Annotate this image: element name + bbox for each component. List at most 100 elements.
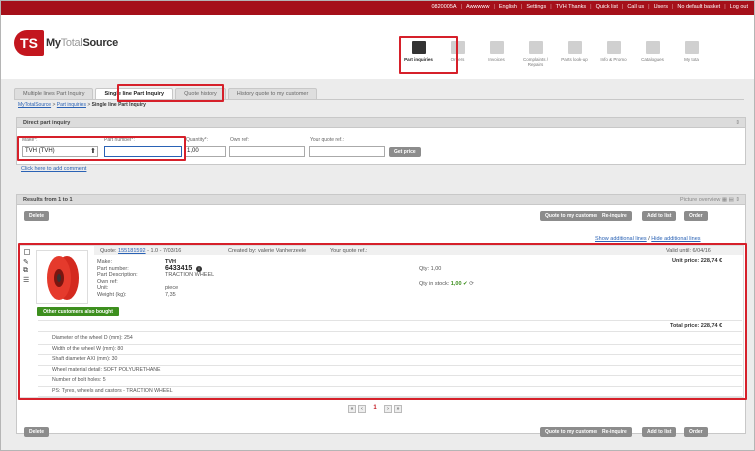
refresh-icon[interactable]: ⟳ xyxy=(469,281,474,287)
separator: | xyxy=(671,4,674,10)
own-ref-input[interactable] xyxy=(229,146,305,157)
collapse-icon[interactable]: ⇕ xyxy=(735,120,740,126)
part-number-input[interactable] xyxy=(104,146,182,157)
direct-inquiry-header: Direct part inquiry ⇕ xyxy=(17,118,745,128)
spec-row: Shaft diameter AXI (mm): 30 xyxy=(52,356,118,362)
folder-icon xyxy=(450,41,465,54)
action-button-1[interactable]: Re-inquire xyxy=(597,427,632,437)
magnifier-icon xyxy=(567,41,582,54)
action-button-0[interactable]: Quote to my customer xyxy=(540,211,604,221)
divider xyxy=(38,396,742,397)
unit-price: Unit price: 228,74 € xyxy=(672,258,723,264)
breadcrumb-root[interactable]: MyTotalSource xyxy=(18,102,51,108)
quantity-input[interactable]: 1,00 xyxy=(184,146,226,157)
nav-item-2[interactable]: Invoices xyxy=(477,38,516,74)
logo-badge: TS xyxy=(14,30,44,56)
nav-label: Complaints / Repairs xyxy=(522,57,548,67)
spec-row: Wheel material detail: SOFT POLYURETHANE xyxy=(52,366,161,373)
next-page-icon[interactable]: › xyxy=(384,405,392,413)
info-icon[interactable]: i xyxy=(196,266,202,272)
nav-item-7[interactable]: My tota xyxy=(672,38,711,74)
also-bought-badge[interactable]: Other customers also bought xyxy=(37,307,119,316)
make-select[interactable]: TVH (TVH) xyxy=(22,146,98,157)
item-value: TRACTION WHEEL xyxy=(165,272,215,278)
pager: « ‹ 1 › » xyxy=(348,405,402,413)
item-values: TVH 6433415 TRACTION WHEEL piece 7,35 xyxy=(165,259,214,298)
nav-label: Catalogues xyxy=(641,57,664,62)
topbar-link[interactable]: Settings xyxy=(526,4,546,10)
quote-date: - 1.0 - 7/03/16 xyxy=(147,248,182,254)
action-button-2[interactable]: Add to list xyxy=(642,211,677,221)
delete-button-top[interactable]: Delete xyxy=(24,211,50,221)
separator: | xyxy=(493,4,495,10)
breadcrumb-mid[interactable]: Part inquiries xyxy=(57,102,86,108)
own-ref-label: Own ref: xyxy=(230,137,249,143)
result-item-header xyxy=(94,246,743,255)
copy-icon[interactable]: ⧉ xyxy=(23,267,28,275)
topbar-link[interactable]: English xyxy=(499,4,517,10)
nav-item-3[interactable]: Complaints / Repairs xyxy=(516,38,555,74)
quote-number-link[interactable]: 155181592 xyxy=(118,248,146,254)
book-icon xyxy=(645,41,660,54)
make-arrow-icon[interactable]: ⬆ xyxy=(90,147,96,155)
page-number[interactable]: 1 xyxy=(368,405,382,413)
action-button-3[interactable]: Order xyxy=(684,427,708,437)
make-label: Make*: xyxy=(22,137,38,143)
divider xyxy=(38,354,742,355)
divider xyxy=(38,375,742,376)
topbar-link[interactable]: No default basket xyxy=(677,4,720,10)
quote-ref-label: Your quote ref.: xyxy=(310,137,345,143)
add-comment-link[interactable]: Click here to add comment xyxy=(21,166,86,172)
nav-item-6[interactable]: Catalogues xyxy=(633,38,672,74)
topbar-link[interactable]: Log out xyxy=(730,4,748,10)
panel-title: Direct part inquiry xyxy=(23,120,71,126)
separator: | xyxy=(621,4,624,10)
envelope-icon xyxy=(411,41,426,54)
topbar-link[interactable]: Quick list xyxy=(596,4,618,10)
list-icon[interactable]: ☰ xyxy=(23,276,29,284)
edit-icon[interactable]: ✎ xyxy=(23,258,29,266)
action-button-2[interactable]: Add to list xyxy=(642,427,677,437)
prev-page-icon[interactable]: ‹ xyxy=(358,405,366,413)
topbar-link[interactable]: Call us xyxy=(627,4,644,10)
logo-text: MyTotalSource xyxy=(46,37,118,49)
topbar-link[interactable]: Awwwww xyxy=(466,4,489,10)
product-image[interactable] xyxy=(36,250,88,304)
wheel-image xyxy=(47,256,79,300)
divider xyxy=(38,320,742,321)
top-bar: 0820005A | Awwwww | English | Settings | TVH Tha… xyxy=(1,1,754,15)
action-button-3[interactable]: Order xyxy=(684,211,708,221)
topbar-link[interactable]: Users xyxy=(654,4,668,10)
divider xyxy=(38,331,742,332)
your-quote-ref: Your quote ref.: xyxy=(330,248,368,254)
spec-row: Width of the wheel W (mm): 80 xyxy=(52,345,124,352)
divider xyxy=(38,343,742,345)
nav-item-0[interactable]: Part inquiries xyxy=(399,38,438,74)
tab-underline xyxy=(14,99,744,100)
topbar-link[interactable]: TVH Thanks xyxy=(556,4,586,10)
first-page-icon[interactable]: « xyxy=(348,405,356,413)
show-lines-link[interactable]: Show additional lines xyxy=(595,236,647,242)
item-label: Part Description: xyxy=(97,272,138,278)
breadcrumb: MyTotalSource > Part inquiries > Single … xyxy=(18,102,146,108)
nav-item-5[interactable]: Info & Promo xyxy=(594,38,633,74)
stock-label: Qty in stock: xyxy=(419,281,450,287)
spec-row: PS: Tyres, wheels and castors - TRACTION… xyxy=(52,387,173,394)
action-button-1[interactable]: Re-inquire xyxy=(597,211,632,221)
nav-item-4[interactable]: Parts look-up xyxy=(555,38,594,74)
hide-lines-link[interactable]: Hide additional lines xyxy=(651,236,700,242)
get-price-button[interactable]: Get price xyxy=(389,147,421,157)
item-value: 7,35 xyxy=(165,291,176,298)
quote-ref-input[interactable] xyxy=(309,146,385,157)
nav-item-1[interactable]: Orders xyxy=(438,38,477,74)
picture-overview[interactable]: Picture overview ▦ ▤ ⇕ xyxy=(680,197,740,203)
part-number-label: Part number*: xyxy=(104,137,135,143)
check-icon: ✔ xyxy=(463,281,468,287)
last-page-icon[interactable]: » xyxy=(394,405,402,413)
nav-label: Part inquiries xyxy=(404,57,433,62)
topbar-link[interactable]: 0820005A xyxy=(431,4,456,10)
delete-button-bottom[interactable]: Delete xyxy=(24,427,50,437)
item-checkbox[interactable] xyxy=(24,249,30,255)
action-button-0[interactable]: Quote to my customer xyxy=(540,427,604,437)
logo[interactable]: TS MyTotalSource xyxy=(14,30,134,56)
